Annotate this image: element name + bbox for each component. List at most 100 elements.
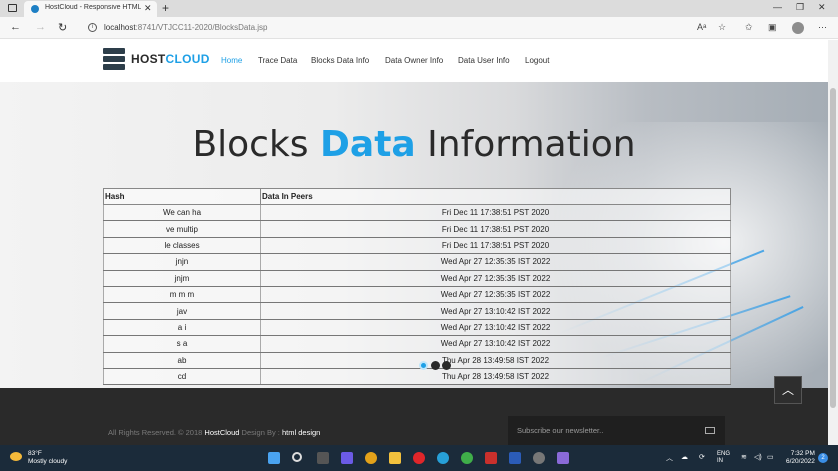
browser-tab-strip: HostCloud - Responsive HTML5 ✕ + — ❐ ✕ — [0, 0, 838, 17]
table-row: m m m Wed Apr 27 12:35:35 IST 2022 — [103, 286, 731, 304]
hash-cell: jnjn — [103, 253, 261, 271]
slider-dot-3[interactable] — [442, 361, 451, 370]
url-host: localhost — [104, 23, 136, 32]
site-footer: All Rights Reserved. © 2018 HostCloud De… — [0, 388, 828, 445]
hash-cell: a i — [103, 319, 261, 337]
table-row: jav Wed Apr 27 13:10:42 IST 2022 — [103, 302, 731, 320]
chrome-icon[interactable] — [365, 452, 377, 464]
chrome-alt-icon[interactable] — [461, 452, 473, 464]
copyright-text: All Rights Reserved. © 2018 HostCloud De… — [108, 428, 321, 437]
nav-data-owner-info[interactable]: Data Owner Info — [385, 56, 443, 65]
weather-temp: 83°F — [28, 450, 42, 457]
opera-icon[interactable] — [413, 452, 425, 464]
peers-cell: Fri Dec 11 17:38:51 PST 2020 — [260, 204, 731, 222]
designer-link[interactable]: html design — [282, 428, 320, 437]
hash-cell: cd — [103, 368, 261, 386]
language-secondary[interactable]: IN — [717, 458, 723, 464]
site-info-icon[interactable]: i — [88, 23, 97, 32]
envelope-icon[interactable] — [705, 427, 715, 434]
read-aloud-icon[interactable]: Aᵃ — [697, 22, 706, 32]
hash-cell: le classes — [103, 237, 261, 255]
url-path: :8741/VTJCC11-2020/BlocksData.jsp — [135, 23, 268, 32]
profile-avatar[interactable] — [792, 22, 804, 34]
browser-tab[interactable]: HostCloud - Responsive HTML5 ✕ — [24, 1, 157, 17]
table-row: cd Thu Apr 28 13:49:58 IST 2022 — [103, 368, 731, 386]
page-title: Blocks Data Information — [192, 124, 636, 165]
tab-title: HostCloud - Responsive HTML5 — [45, 4, 141, 11]
peers-cell: Wed Apr 27 13:10:42 IST 2022 — [260, 319, 731, 337]
peers-cell: Wed Apr 27 12:35:35 IST 2022 — [260, 270, 731, 287]
more-menu-icon[interactable]: ⋯ — [818, 22, 827, 33]
tray-overflow-icon[interactable]: ︿ — [666, 453, 673, 463]
hash-cell: jav — [103, 302, 261, 320]
nav-data-user-info[interactable]: Data User Info — [458, 56, 510, 65]
hash-cell: jnjm — [103, 270, 261, 287]
table-row: le classes Fri Dec 11 17:38:51 PST 2020 — [103, 237, 731, 255]
hero-banner: Blocks Data Information Hash Data In Pee… — [0, 82, 828, 388]
url-field[interactable]: i localhost:8741/VTJCC11-2020/BlocksData… — [82, 20, 622, 36]
nav-trace-data[interactable]: Trace Data — [258, 56, 297, 65]
hash-cell: We can ha — [103, 204, 261, 222]
nav-blocks-data-info[interactable]: Blocks Data Info — [311, 56, 369, 65]
task-view-icon[interactable] — [317, 452, 329, 464]
slider-dot-1[interactable] — [419, 361, 428, 370]
hash-cell: ve multip — [103, 220, 261, 238]
server-stack-icon — [103, 48, 125, 72]
chat-icon[interactable] — [341, 452, 353, 464]
peers-cell: Wed Apr 27 12:35:35 IST 2022 — [260, 253, 731, 271]
peers-cell: Fri Dec 11 17:38:51 PST 2020 — [260, 237, 731, 255]
volume-icon[interactable]: ◁) — [754, 453, 762, 461]
close-tab-icon[interactable]: ✕ — [144, 3, 152, 14]
favorite-add-icon[interactable]: ☆ — [718, 22, 726, 33]
battery-icon[interactable]: ▭ — [767, 453, 774, 461]
collections-icon[interactable]: ▣ — [768, 22, 777, 33]
footer-brand-link[interactable]: HostCloud — [204, 428, 239, 437]
scroll-to-top-button[interactable]: ︿ — [774, 376, 802, 404]
peers-cell: Wed Apr 27 12:35:35 IST 2022 — [260, 286, 731, 304]
table-row: a i Wed Apr 27 13:10:42 IST 2022 — [103, 319, 731, 337]
page-scrollbar[interactable] — [828, 40, 838, 445]
peers-cell: Wed Apr 27 13:10:42 IST 2022 — [260, 335, 731, 353]
table-row: We can ha Fri Dec 11 17:38:51 PST 2020 — [103, 204, 731, 222]
language-primary[interactable]: ENG — [717, 451, 730, 457]
tab-actions-icon[interactable] — [8, 4, 17, 12]
eclipse-icon[interactable] — [557, 452, 569, 464]
table-row: ve multip Fri Dec 11 17:38:51 PST 2020 — [103, 220, 731, 238]
column-header-hash: Hash — [103, 188, 261, 205]
close-window-icon[interactable]: ✕ — [818, 2, 826, 13]
settings-icon[interactable] — [533, 452, 545, 464]
newsletter-email-input[interactable] — [508, 416, 698, 445]
table-row: jnjn Wed Apr 27 12:35:35 IST 2022 — [103, 253, 731, 271]
hash-cell: s a — [103, 335, 261, 353]
wifi-icon[interactable]: ≋ — [741, 453, 747, 461]
restore-icon[interactable]: ❐ — [796, 2, 804, 13]
minimize-icon[interactable]: — — [773, 2, 782, 12]
hash-cell: ab — [103, 352, 261, 369]
start-icon[interactable] — [268, 452, 280, 464]
peers-cell: Fri Dec 11 17:38:51 PST 2020 — [260, 220, 731, 238]
table-row: s a Wed Apr 27 13:10:42 IST 2022 — [103, 335, 731, 353]
nav-home[interactable]: Home — [221, 56, 242, 65]
scrollbar-thumb[interactable] — [830, 88, 836, 408]
notification-badge[interactable]: 2 — [818, 453, 828, 463]
column-header-data-in-peers: Data In Peers — [260, 188, 731, 205]
edge-icon[interactable] — [437, 452, 449, 464]
back-icon[interactable]: ← — [10, 21, 21, 33]
tray-sync-icon[interactable]: ⟳ — [699, 453, 705, 461]
slider-dot-2[interactable] — [431, 361, 440, 370]
pdf-reader-icon[interactable] — [485, 452, 497, 464]
forward-icon[interactable]: → — [35, 21, 46, 33]
file-explorer-icon[interactable] — [389, 452, 401, 464]
table-row: jnjm Wed Apr 27 12:35:35 IST 2022 — [103, 270, 731, 287]
refresh-icon[interactable]: ↻ — [58, 21, 67, 34]
clock-time: 7:32 PM — [790, 450, 815, 457]
word-icon[interactable] — [509, 452, 521, 464]
search-icon[interactable] — [292, 452, 302, 462]
tray-cloud-icon[interactable]: ☁ — [681, 453, 688, 461]
system-clock[interactable]: 7:32 PM 6/20/2022 — [786, 450, 815, 466]
new-tab-icon[interactable]: + — [162, 1, 169, 15]
nav-logout[interactable]: Logout — [525, 56, 549, 65]
favorites-icon[interactable]: ✩ — [745, 22, 753, 33]
clock-date: 6/20/2022 — [786, 458, 815, 465]
peers-cell: Thu Apr 28 13:49:58 IST 2022 — [260, 368, 731, 386]
